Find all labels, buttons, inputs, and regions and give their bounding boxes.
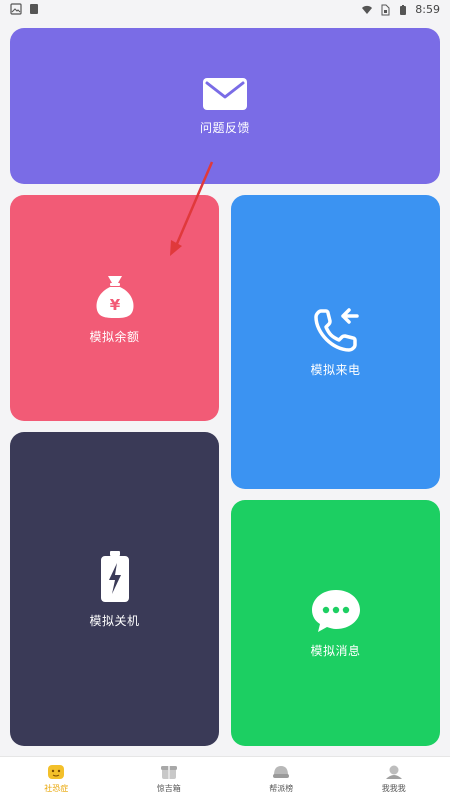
svg-text:¥: ¥	[109, 296, 120, 314]
battery-status-icon	[397, 4, 409, 16]
simulate-balance-card[interactable]: ¥ 模拟余额	[10, 195, 219, 421]
tab-me[interactable]: 我我我	[338, 757, 450, 801]
gallery-notification-icon	[10, 3, 22, 15]
wifi-icon	[361, 4, 373, 16]
message-label: 模拟消息	[310, 642, 360, 659]
incoming-call-icon	[313, 307, 359, 353]
tab-label: 社恐症	[44, 783, 68, 794]
bottom-tab-bar: 社恐症 惊吉箱 帮派榜 我我我	[0, 756, 450, 801]
sim-icon	[379, 4, 391, 16]
battery-icon	[99, 550, 131, 604]
box-icon	[160, 764, 178, 780]
feedback-card[interactable]: 问题反馈	[10, 28, 440, 184]
tab-gang-rank[interactable]: 帮派榜	[225, 757, 338, 801]
tab-surprise-box[interactable]: 惊吉箱	[113, 757, 226, 801]
money-bag-icon: ¥	[93, 272, 137, 320]
simulate-message-card[interactable]: 模拟消息	[231, 500, 440, 746]
tab-social-fear[interactable]: 社恐症	[0, 757, 113, 801]
balance-label: 模拟余额	[89, 328, 139, 345]
profile-icon	[385, 764, 403, 780]
status-bar: 8:59	[0, 0, 450, 20]
envelope-icon	[202, 77, 248, 111]
tab-label: 我我我	[382, 783, 406, 794]
shutdown-label: 模拟关机	[89, 612, 139, 629]
clock-time: 8:59	[415, 3, 440, 16]
app-notification-icon	[28, 3, 40, 15]
simulate-shutdown-card[interactable]: 模拟关机	[10, 432, 219, 746]
simulate-call-card[interactable]: 模拟来电	[231, 195, 440, 489]
tab-label: 帮派榜	[269, 783, 293, 794]
yellow-face-icon	[47, 764, 65, 780]
chat-bubble-icon	[310, 588, 362, 634]
helmet-icon	[272, 764, 290, 780]
feedback-label: 问题反馈	[200, 119, 250, 136]
call-label: 模拟来电	[310, 361, 360, 378]
tab-label: 惊吉箱	[157, 783, 181, 794]
